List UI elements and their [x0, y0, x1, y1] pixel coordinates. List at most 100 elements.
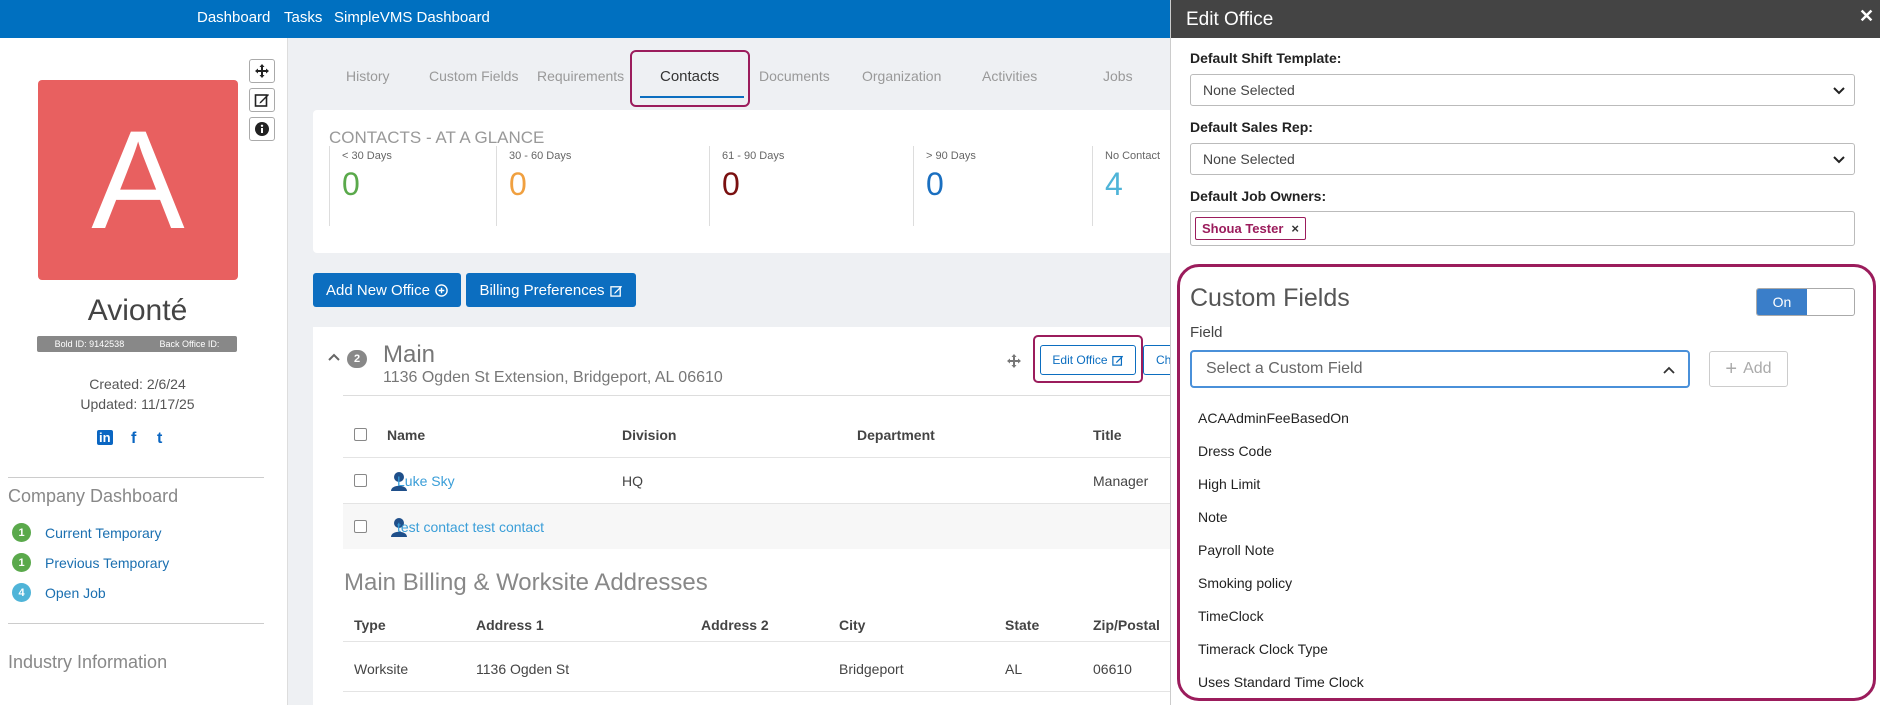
- move-icon[interactable]: [1006, 353, 1022, 369]
- divider: [8, 477, 264, 478]
- edit-icon: [609, 285, 622, 297]
- option-payroll-note[interactable]: Payroll Note: [1198, 542, 1274, 558]
- option-uses-standard-time-clock[interactable]: Uses Standard Time Clock: [1198, 674, 1364, 690]
- edit-company-button[interactable]: [249, 88, 275, 112]
- created-date: Created: 2/6/24: [89, 376, 186, 392]
- option-dress-code[interactable]: Dress Code: [1198, 443, 1272, 459]
- tab-activities[interactable]: Activities: [982, 68, 1037, 84]
- option-timerack-clock-type[interactable]: Timerack Clock Type: [1198, 641, 1328, 657]
- divider: [343, 691, 1173, 692]
- col-address1: Address 1: [476, 617, 544, 633]
- info-icon: [255, 122, 269, 136]
- row-checkbox[interactable]: [354, 520, 367, 533]
- stat-value: 0: [342, 166, 360, 202]
- option-timeclock[interactable]: TimeClock: [1198, 608, 1264, 624]
- select-placeholder: Select a Custom Field: [1206, 360, 1363, 377]
- edit-office-button[interactable]: Edit Office: [1040, 345, 1136, 375]
- col-title: Title: [1093, 427, 1122, 443]
- dashboard-item-label: Current Temporary: [45, 524, 162, 541]
- info-button[interactable]: [249, 117, 275, 141]
- job-owners-input[interactable]: Shoua Tester ×: [1190, 211, 1855, 246]
- option-acaadminfeebasedon[interactable]: ACAAdminFeeBasedOn: [1198, 410, 1349, 426]
- add-custom-field-button[interactable]: + Add: [1709, 351, 1788, 387]
- tab-requirements[interactable]: Requirements: [537, 68, 624, 84]
- custom-field-select[interactable]: Select a Custom Field: [1190, 350, 1690, 388]
- stat-30-60: 30 - 60 Days 0: [496, 146, 686, 226]
- sales-rep-label: Default Sales Rep:: [1190, 119, 1313, 135]
- option-high-limit[interactable]: High Limit: [1198, 476, 1260, 492]
- stat-label: > 90 Days: [926, 150, 976, 162]
- button-label: Add New Office: [326, 281, 430, 299]
- shift-template-select[interactable]: None Selected: [1190, 74, 1855, 106]
- col-name: Name: [387, 427, 426, 443]
- bold-id: Bold ID: 9142538: [54, 339, 125, 349]
- nav-dashboard[interactable]: Dashboard: [197, 9, 270, 26]
- glance-title: CONTACTS - AT A GLANCE: [329, 128, 545, 147]
- col-type: Type: [354, 617, 386, 633]
- button-label: Add: [1743, 360, 1772, 377]
- count-badge: 4: [12, 583, 31, 602]
- custom-fields-toggle[interactable]: On: [1756, 288, 1855, 316]
- tab-jobs[interactable]: Jobs: [1103, 68, 1133, 84]
- remove-tag-icon[interactable]: ×: [1291, 221, 1299, 236]
- tab-organization[interactable]: Organization: [862, 68, 941, 84]
- dashboard-item-label: Open Job: [45, 584, 106, 601]
- addr-city: Bridgeport: [839, 661, 904, 677]
- company-name: Avionté: [87, 294, 188, 327]
- row-checkbox[interactable]: [354, 474, 367, 487]
- nav-simplevms-dashboard[interactable]: SimpleVMS Dashboard: [334, 9, 490, 26]
- facebook-icon[interactable]: f: [131, 430, 136, 448]
- edit-office-panel: Edit Office ✕ Default Shift Template: No…: [1170, 0, 1880, 705]
- office-name: Main: [383, 341, 436, 368]
- stat-value: 4: [1105, 166, 1123, 202]
- dashboard-item-current-temporary[interactable]: 1 Current Temporary: [12, 523, 161, 542]
- contact-name-link[interactable]: Luke Sky: [397, 473, 455, 489]
- custom-fields-title: Custom Fields: [1190, 284, 1350, 312]
- chevron-up-icon: [1663, 366, 1675, 374]
- plus-circle-icon: [435, 283, 448, 297]
- dashboard-item-previous-temporary[interactable]: 1 Previous Temporary: [12, 553, 169, 572]
- move-button[interactable]: [249, 59, 275, 83]
- updated-date: Updated: 11/17/25: [80, 396, 195, 412]
- stat-value: 0: [722, 166, 740, 202]
- move-icon: [255, 64, 269, 78]
- option-note[interactable]: Note: [1198, 509, 1228, 525]
- shift-template-label: Default Shift Template:: [1190, 50, 1342, 66]
- divider: [8, 623, 264, 624]
- add-new-office-button[interactable]: Add New Office: [313, 273, 461, 307]
- industry-information-title: Industry Information: [8, 652, 168, 672]
- addr-address1: 1136 Ogden St: [476, 661, 570, 677]
- stat-over-90: > 90 Days 0: [913, 146, 1073, 226]
- plus-icon: +: [1725, 357, 1738, 380]
- sales-rep-select[interactable]: None Selected: [1190, 143, 1855, 175]
- tab-contacts-highlight: [630, 50, 750, 107]
- select-value: None Selected: [1203, 82, 1295, 98]
- custom-field-dropdown-list: ACAAdminFeeBasedOn Dress Code High Limit…: [1190, 398, 1690, 694]
- billing-preferences-button[interactable]: Billing Preferences: [466, 273, 636, 307]
- select-all-checkbox[interactable]: [354, 428, 367, 441]
- company-dashboard-title: Company Dashboard: [8, 486, 179, 506]
- dashboard-item-open-job[interactable]: 4 Open Job: [12, 583, 106, 602]
- col-department: Department: [857, 427, 935, 443]
- contact-division: HQ: [622, 473, 643, 489]
- linkedin-icon[interactable]: in: [97, 430, 113, 445]
- close-icon[interactable]: ✕: [1859, 6, 1874, 27]
- child-office-button[interactable]: Chil: [1143, 345, 1173, 375]
- stat-value: 0: [926, 166, 944, 202]
- twitter-icon[interactable]: t: [157, 430, 162, 448]
- tab-custom-fields[interactable]: Custom Fields: [429, 68, 518, 84]
- nav-tasks[interactable]: Tasks: [284, 9, 322, 26]
- tab-history[interactable]: History: [346, 68, 390, 84]
- owner-tag-label: Shoua Tester: [1202, 221, 1284, 236]
- top-navigation: Dashboard Tasks SimpleVMS Dashboard: [0, 0, 1170, 38]
- office-count-badge: 2: [347, 350, 367, 368]
- panel-title: Edit Office: [1186, 9, 1274, 30]
- stat-label: No Contact: [1105, 150, 1161, 162]
- divider: [343, 395, 1173, 396]
- contact-name-link[interactable]: test contact test contact: [397, 519, 544, 535]
- tab-documents[interactable]: Documents: [759, 68, 830, 84]
- chevron-up-icon[interactable]: [328, 352, 340, 362]
- job-owners-label: Default Job Owners:: [1190, 188, 1327, 204]
- option-smoking-policy[interactable]: Smoking policy: [1198, 575, 1292, 591]
- edit-icon: [1111, 355, 1123, 366]
